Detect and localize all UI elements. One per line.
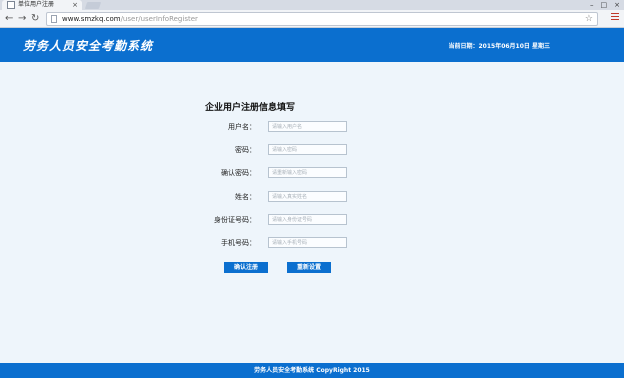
bookmark-star-icon[interactable]: ☆	[585, 13, 593, 25]
maximize-icon[interactable]: □	[601, 0, 608, 10]
minimize-icon[interactable]: –	[590, 0, 594, 10]
new-tab-button[interactable]	[84, 2, 102, 9]
site-footer: 劳务人员安全考勤系统 CopyRight 2015	[0, 363, 624, 378]
tab-strip: 单位用户注册 × – □ ×	[0, 0, 624, 10]
confirm-password-label: 确认密码：	[221, 169, 256, 177]
register-button[interactable]: 确认注册	[224, 262, 268, 273]
id-number-input[interactable]	[268, 214, 347, 225]
real-name-label: 姓名：	[235, 193, 256, 201]
password-label: 密码：	[235, 146, 256, 154]
password-input[interactable]	[268, 144, 347, 155]
page-icon	[51, 15, 57, 23]
username-row: 用户名：	[180, 121, 380, 133]
real-name-row: 姓名：	[180, 191, 380, 203]
footer-copyright: 劳务人员安全考勤系统 CopyRight 2015	[254, 367, 370, 374]
username-input[interactable]	[268, 121, 347, 132]
forward-arrow-icon[interactable]: →	[18, 12, 26, 25]
phone-input[interactable]	[268, 237, 347, 248]
reset-button[interactable]: 重新设置	[287, 262, 331, 273]
id-number-row: 身份证号码：	[180, 214, 380, 226]
window-controls: – □ ×	[590, 0, 620, 10]
confirm-password-input[interactable]	[268, 167, 347, 178]
register-form: 企业用户注册信息填写 用户名： 密码： 确认密码： 姓名： 身份证号码：	[0, 28, 624, 378]
browser-window: 单位用户注册 × – □ × ← → ↻ www.smzkq.com/user/…	[0, 0, 624, 378]
page-favicon-icon	[7, 1, 15, 9]
tab-title: 单位用户注册	[18, 1, 55, 8]
browser-tab[interactable]: 单位用户注册 ×	[2, 0, 82, 10]
browser-toolbar: ← → ↻ www.smzkq.com/user/userInfoRegiste…	[0, 10, 624, 28]
username-label: 用户名：	[228, 123, 256, 131]
real-name-input[interactable]	[268, 191, 347, 202]
back-arrow-icon[interactable]: ←	[5, 12, 13, 25]
url-path: /user/userInfoRegister	[120, 15, 198, 23]
phone-label: 手机号码：	[221, 239, 256, 247]
url-host: www.smzkq.com	[62, 15, 121, 23]
id-number-label: 身份证号码：	[214, 216, 256, 224]
phone-row: 手机号码：	[180, 237, 380, 249]
reload-icon[interactable]: ↻	[31, 12, 39, 25]
url-text: www.smzkq.com/user/userInfoRegister	[62, 13, 198, 25]
page-content: 劳务人员安全考勤系统 当前日期：2015年06月10日 星期三 企业用户注册信息…	[0, 28, 624, 378]
browser-menu-icon[interactable]	[611, 13, 619, 22]
form-title: 企业用户注册信息填写	[205, 103, 296, 113]
window-close-icon[interactable]: ×	[614, 0, 620, 10]
password-row: 密码：	[180, 144, 380, 156]
tab-close-icon[interactable]: ×	[72, 0, 78, 10]
confirm-password-row: 确认密码：	[180, 167, 380, 179]
address-bar[interactable]: www.smzkq.com/user/userInfoRegister ☆	[46, 12, 598, 26]
